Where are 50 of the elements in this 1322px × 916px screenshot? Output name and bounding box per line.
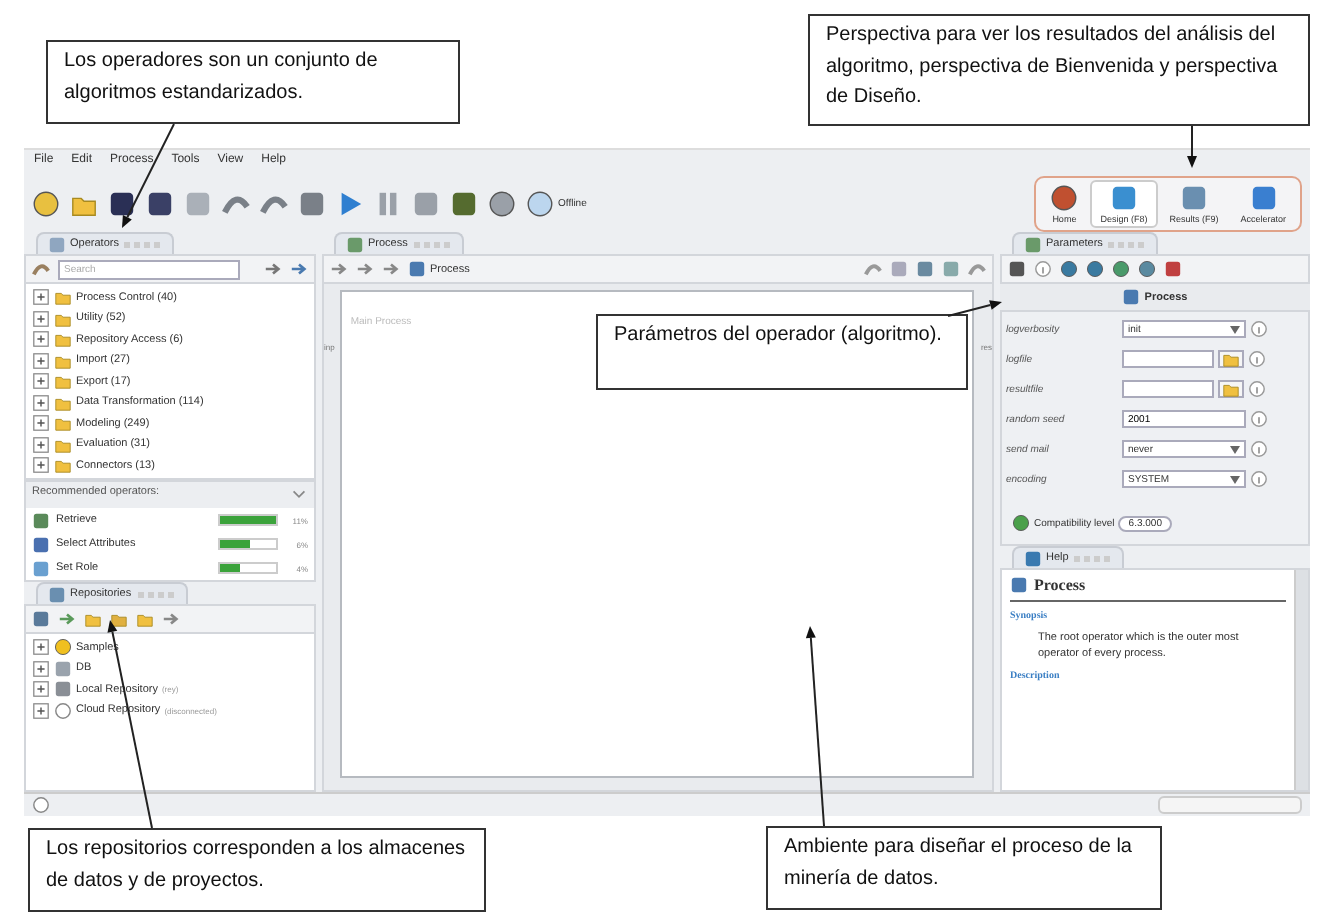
expand-icon[interactable]	[32, 372, 50, 390]
caret-icon	[1230, 475, 1240, 483]
import-icon[interactable]	[58, 610, 76, 628]
forward-icon[interactable]	[356, 260, 374, 278]
expand-icon[interactable]	[32, 701, 50, 719]
usage-bar	[218, 514, 278, 526]
perspective-icon	[1109, 184, 1138, 212]
scrollbar[interactable]	[1294, 570, 1308, 790]
file-field[interactable]	[1122, 350, 1214, 368]
callout: Parámetros del operador (algoritmo).	[596, 314, 968, 390]
usage-bar	[218, 562, 278, 574]
expand-icon[interactable]	[32, 330, 50, 348]
perspective-icon	[1050, 184, 1079, 212]
info-icon[interactable]	[1248, 350, 1266, 368]
expand-icon[interactable]	[32, 659, 50, 677]
perspective-icon	[1249, 184, 1278, 212]
info-icon[interactable]	[1250, 320, 1268, 338]
expand-icon[interactable]	[32, 414, 50, 432]
expand-icon[interactable]	[32, 680, 50, 698]
info-icon[interactable]	[1250, 410, 1268, 428]
callout-arrow	[1187, 125, 1197, 168]
callout: Los operadores son un conjunto de algoritmos estandarizados.	[46, 40, 460, 124]
callout: Perspectiva para ver los resultados del análisis del algoritmo, perspectiva de Bienvenida y perspectiva de Diseño.	[808, 14, 1310, 126]
browse-button[interactable]	[1218, 380, 1244, 398]
caret-icon	[1230, 445, 1240, 453]
info-icon[interactable]	[1248, 380, 1266, 398]
callout: Ambiente para diseñar el proceso de la minería de datos.	[766, 826, 1162, 910]
expand-icon[interactable]	[32, 435, 50, 453]
expand-icon[interactable]	[32, 393, 50, 411]
expand-icon[interactable]	[32, 638, 50, 656]
expand-icon[interactable]	[32, 351, 50, 369]
stop-icon[interactable]	[412, 190, 440, 218]
callout-arrow	[947, 300, 1002, 317]
perspective-icon	[1179, 184, 1208, 212]
file-field[interactable]	[1122, 380, 1214, 398]
expand-icon[interactable]	[32, 456, 50, 474]
info-icon[interactable]	[1250, 470, 1268, 488]
expand-icon[interactable]	[32, 288, 50, 306]
play-icon[interactable]	[336, 190, 364, 218]
pause-icon[interactable]	[374, 190, 402, 218]
back-icon[interactable]	[330, 260, 348, 278]
caret-icon	[1230, 325, 1240, 333]
info-icon[interactable]	[1250, 440, 1268, 458]
chevron-icon[interactable]	[290, 486, 308, 504]
info-icon[interactable]	[1034, 260, 1052, 278]
expand-icon[interactable]	[32, 309, 50, 327]
browse-button[interactable]	[1218, 350, 1244, 368]
callout: Los repositorios corresponden a los almacenes de datos y de proyectos.	[28, 828, 486, 912]
usage-bar	[218, 538, 278, 550]
help-title: Process	[1034, 576, 1086, 594]
